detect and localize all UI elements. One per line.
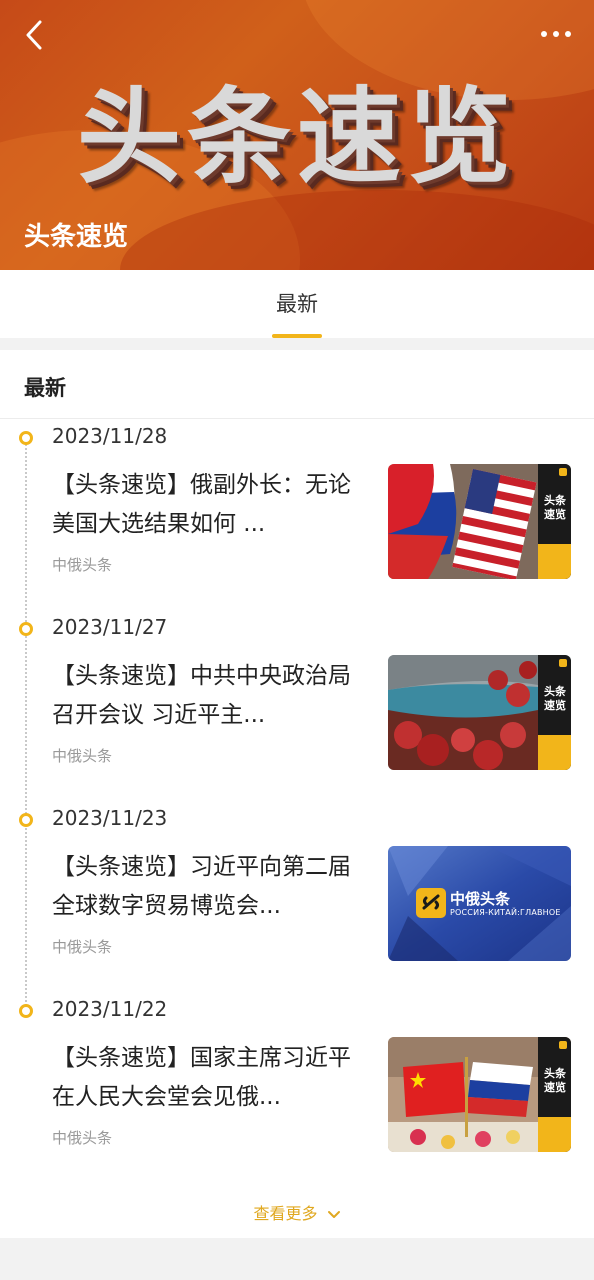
banner-title: 头条速览 [76, 76, 517, 198]
thumb-badge-text: 速览 [544, 508, 566, 521]
news-item[interactable]: 2023/11/22 【头条速览】国家主席习近平在人民大会堂会见俄... 中俄头… [0, 997, 594, 1187]
logo-subtitle: РОССИЯ-КИТАЙ:ГЛАВНОЕ [450, 908, 561, 917]
thumb-badge-text: 头条 [544, 494, 566, 507]
news-headline[interactable]: 【头条速览】俄副外长：无论美国大选结果如何 ... [52, 466, 367, 544]
timeline-dot [19, 813, 33, 827]
news-date: 2023/11/27 [52, 615, 168, 639]
news-date: 2023/11/28 [52, 424, 168, 448]
view-more-label: 查看更多 [253, 1204, 318, 1223]
news-source: 中俄头条 [52, 938, 113, 956]
news-source: 中俄头条 [52, 1129, 113, 1147]
timeline-dot [19, 622, 33, 636]
russia-us-flags-image[interactable]: 头条 速览 [388, 464, 571, 579]
divider [0, 418, 594, 419]
news-headline[interactable]: 【头条速览】习近平向第二届全球数字贸易博览会... [52, 848, 367, 926]
zhonge-toutiao-logo-image[interactable]: 中俄头条 РОССИЯ-КИТАЙ:ГЛАВНОЕ [388, 846, 571, 961]
page-title: 头条速览 [24, 222, 129, 252]
news-date: 2023/11/22 [52, 997, 168, 1021]
section-title: 最新 [24, 376, 66, 400]
news-date: 2023/11/23 [52, 806, 168, 830]
view-more-button[interactable]: 查看更多 [0, 1200, 594, 1224]
thumb-badge-text: 速览 [544, 1081, 566, 1094]
china-russia-flags-image[interactable]: 头条 速览 [388, 1037, 571, 1152]
news-item[interactable]: 2023/11/27 【头条速览】中共中央政治局召开会议 习近平主... 中俄头… [0, 615, 594, 805]
more-button[interactable] [536, 22, 576, 46]
more-horizontal-icon [541, 31, 571, 37]
timeline-dot [19, 1004, 33, 1018]
red-leaves-river-image[interactable]: 头条 速览 [388, 655, 571, 770]
news-item[interactable]: 2023/11/28 【头条速览】俄副外长：无论美国大选结果如何 ... 中俄头… [0, 424, 594, 614]
thumb-badge-text: 速览 [544, 699, 566, 712]
thumb-badge-text: 头条 [544, 1067, 566, 1080]
tab-bar: 最新 [0, 270, 594, 338]
chevron-down-icon [327, 1210, 340, 1218]
news-list-card: 最新 2023/11/28 【头条速览】俄副外长：无论美国大选结果如何 ... … [0, 350, 594, 1238]
news-item[interactable]: 2023/11/23 【头条速览】习近平向第二届全球数字贸易博览会... 中俄头… [0, 806, 594, 996]
tab-active-indicator [272, 334, 322, 338]
logo-title: 中俄头条 [450, 890, 511, 908]
chevron-left-icon [26, 20, 42, 50]
timeline-dot [19, 431, 33, 445]
news-source: 中俄头条 [52, 747, 113, 765]
news-source: 中俄头条 [52, 556, 113, 574]
header-banner: 头条速览 头条速览 [0, 0, 594, 270]
page-footer-space [0, 1238, 594, 1280]
news-headline[interactable]: 【头条速览】中共中央政治局召开会议 习近平主... [52, 657, 367, 735]
tab-latest[interactable]: 最新 [0, 288, 594, 318]
news-headline[interactable]: 【头条速览】国家主席习近平在人民大会堂会见俄... [52, 1039, 367, 1117]
back-button[interactable] [18, 18, 52, 52]
thumb-badge-text: 头条 [544, 685, 566, 698]
